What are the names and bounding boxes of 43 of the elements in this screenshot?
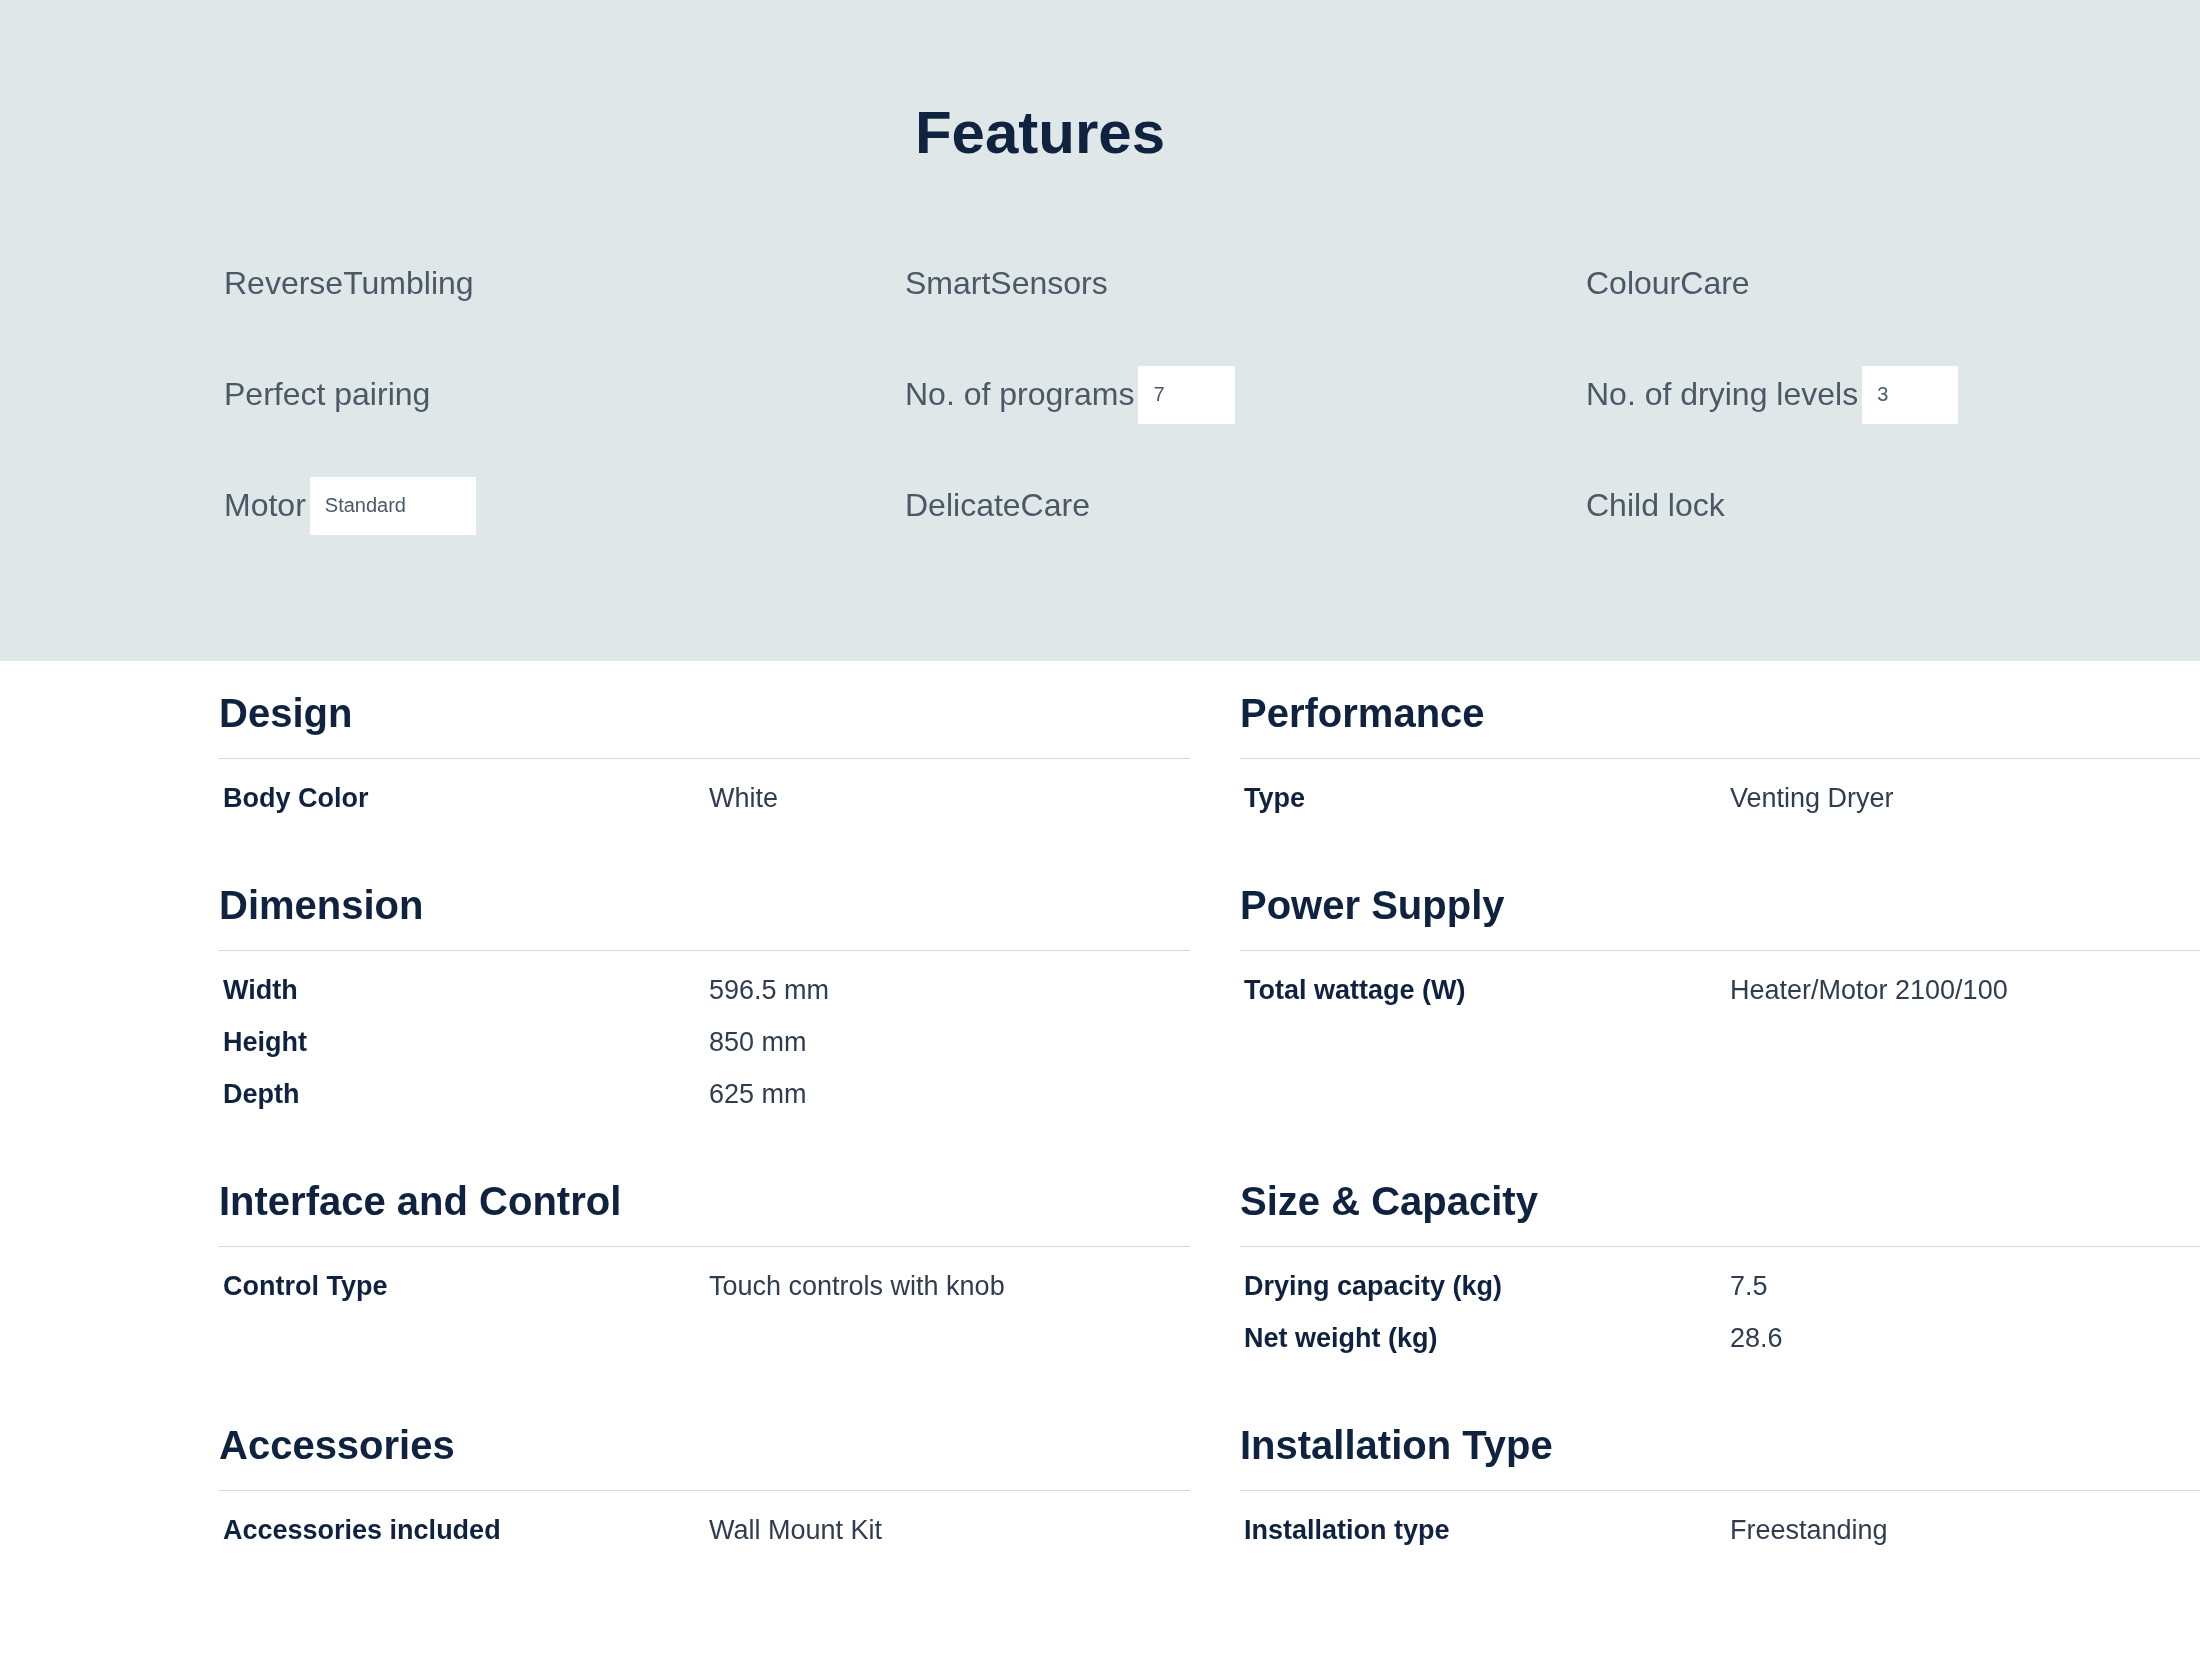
feature-label: No. of programs xyxy=(905,376,1135,413)
feature-label: DelicateCare xyxy=(905,487,1090,524)
feature-value-box: 7 xyxy=(1138,365,1235,424)
group-heading: Design xyxy=(219,688,1190,759)
spec-value: White xyxy=(709,782,780,814)
spec-value: Wall Mount Kit xyxy=(709,1514,884,1546)
spec-value: 625 mm xyxy=(709,1078,808,1110)
spec-label: Installation type xyxy=(1244,1514,1451,1546)
feature-label: Motor xyxy=(224,487,306,524)
spec-label: Type xyxy=(1244,782,1306,814)
feature-label: ReverseTumbling xyxy=(224,265,474,302)
spec-label: Body Color xyxy=(223,782,370,814)
group-heading: Interface and Control xyxy=(219,1176,1190,1247)
spec-label: Net weight (kg) xyxy=(1244,1322,1439,1354)
feature-label: SmartSensors xyxy=(905,265,1108,302)
spec-value: Freestanding xyxy=(1730,1514,1889,1546)
spec-value: 596.5 mm xyxy=(709,974,831,1006)
spec-value: Touch controls with knob xyxy=(709,1270,1006,1302)
feature-label: ColourCare xyxy=(1586,265,1750,302)
spec-value: Heater/Motor 2100/100 xyxy=(1730,974,2009,1006)
feature-value-box: Standard xyxy=(309,476,476,535)
spec-label: Total wattage (W) xyxy=(1244,974,1467,1006)
spec-value: Venting Dryer xyxy=(1730,782,1895,814)
feature-value-box: 3 xyxy=(1862,365,1959,424)
spec-value: 7.5 xyxy=(1730,1270,1769,1302)
spec-label: Width xyxy=(223,974,299,1006)
spec-value: 28.6 xyxy=(1730,1322,1784,1354)
spec-label: Accessories included xyxy=(223,1514,502,1546)
spec-value: 850 mm xyxy=(709,1026,808,1058)
group-heading: Power Supply xyxy=(1240,880,2200,951)
spec-label: Control Type xyxy=(223,1270,389,1302)
feature-label: No. of drying levels xyxy=(1586,376,1859,413)
group-heading: Accessories xyxy=(219,1420,1190,1491)
group-heading: Dimension xyxy=(219,880,1190,951)
feature-label: Child lock xyxy=(1586,487,1725,524)
feature-label: Perfect pairing xyxy=(224,376,431,413)
group-heading: Size & Capacity xyxy=(1240,1176,2200,1247)
section-title: Features xyxy=(913,98,1167,168)
spec-label: Height xyxy=(223,1026,308,1058)
spec-label: Drying capacity (kg) xyxy=(1244,1270,1504,1302)
group-heading: Installation Type xyxy=(1240,1420,2200,1491)
spec-label: Depth xyxy=(223,1078,301,1110)
group-heading: Performance xyxy=(1240,688,2200,759)
